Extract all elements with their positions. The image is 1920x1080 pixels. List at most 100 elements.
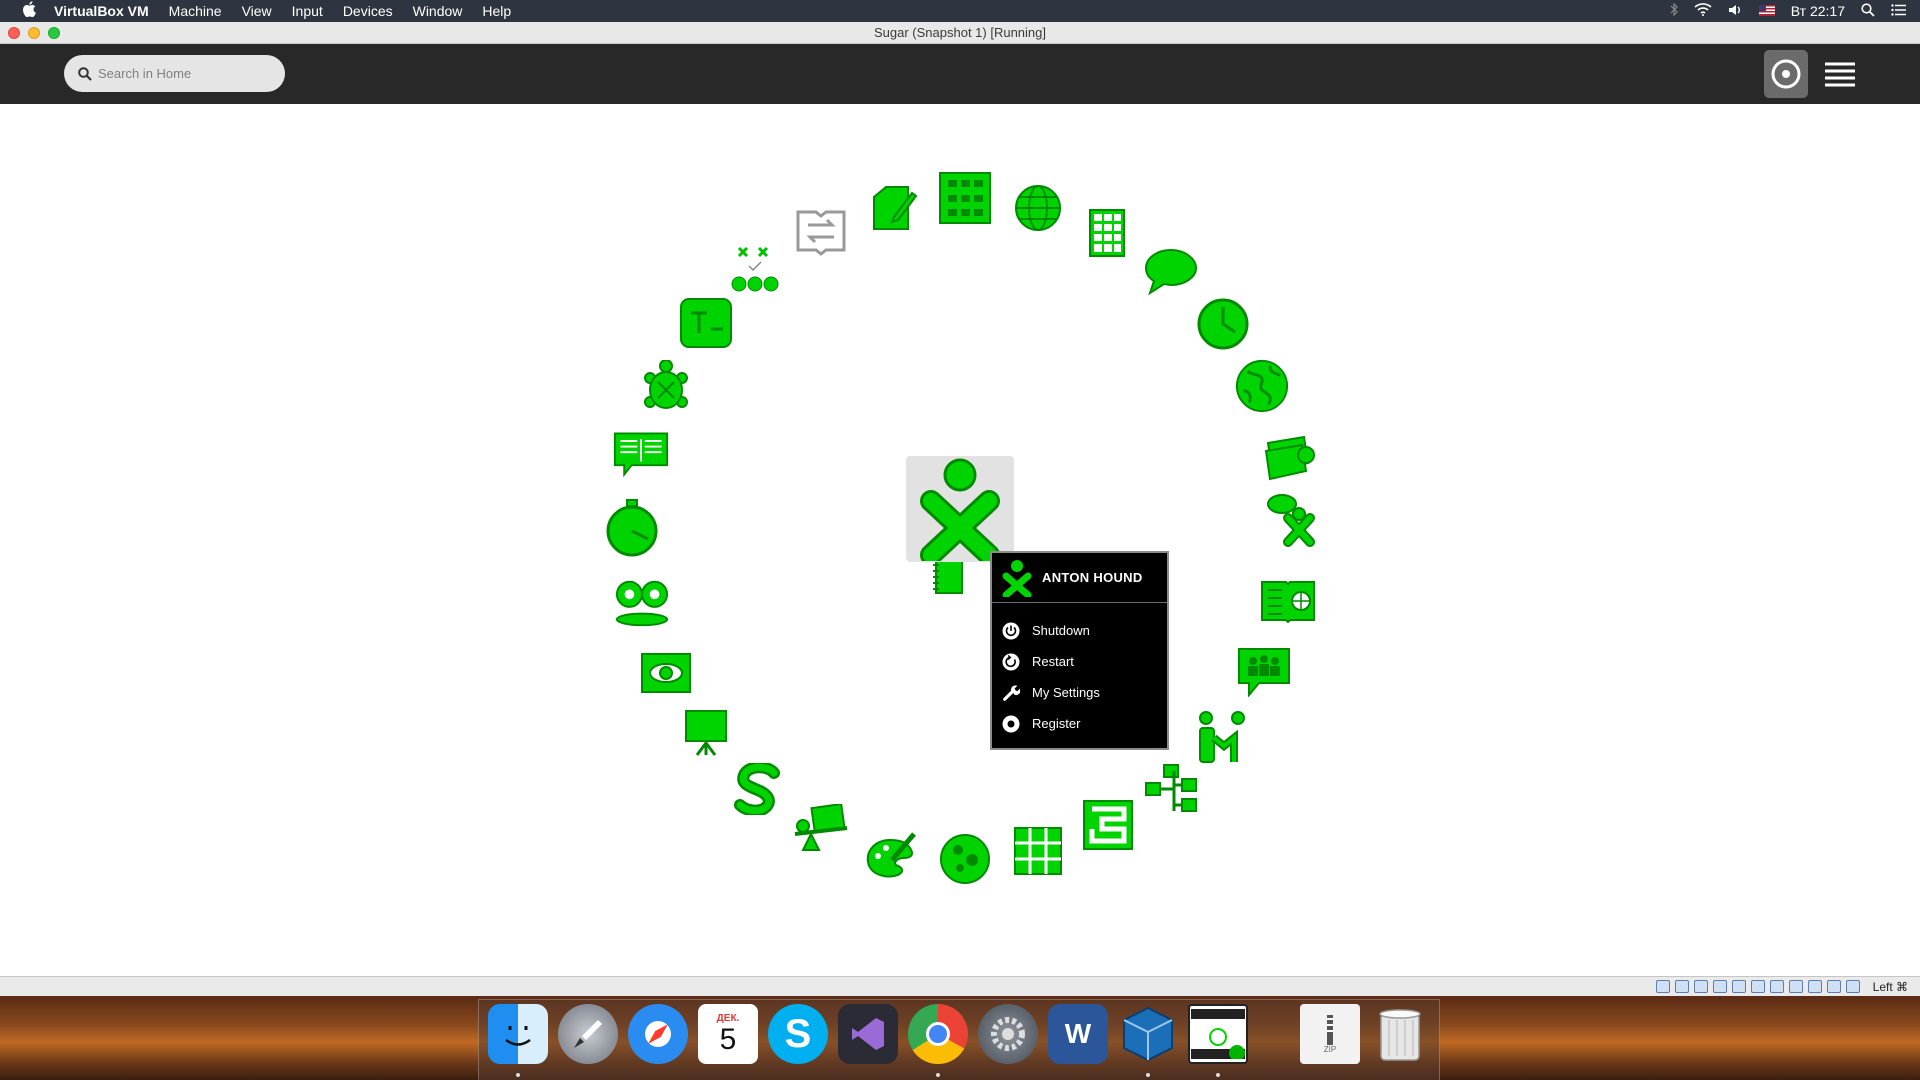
menubar-clock[interactable]: Вт 22:17	[1791, 3, 1845, 19]
menu-item-my-settings[interactable]: My Settings	[992, 677, 1167, 708]
window-minimize-button[interactable]	[28, 27, 40, 39]
apple-menu-icon[interactable]	[18, 1, 40, 21]
activity-stopwatch-icon[interactable]	[604, 499, 660, 557]
bluetooth-icon[interactable]	[1670, 2, 1678, 19]
dock-finder-icon[interactable]	[488, 1004, 548, 1064]
menu-app-name[interactable]: VirtualBox VM	[54, 3, 149, 19]
activity-moon-icon[interactable]	[937, 831, 993, 887]
activity-abacus-icon[interactable]	[937, 170, 993, 226]
wifi-icon[interactable]	[1694, 3, 1712, 19]
menu-window[interactable]: Window	[413, 3, 463, 19]
ring-view-icon	[1771, 59, 1801, 89]
activity-turtleart-icon[interactable]	[638, 359, 694, 415]
calendar-day: 5	[719, 1022, 737, 1056]
activity-clock-icon[interactable]	[1195, 296, 1251, 352]
wrench-icon	[1002, 684, 1020, 702]
activity-labyrinth-icon[interactable]	[1143, 760, 1199, 816]
window-zoom-button[interactable]	[48, 27, 60, 39]
dock-safari-icon[interactable]	[628, 1004, 688, 1064]
menu-item-register[interactable]: Register	[992, 708, 1167, 739]
zip-label: ZIP	[1323, 1044, 1337, 1054]
activity-read-icon[interactable]	[613, 426, 669, 482]
dock-skype-icon[interactable]: S	[768, 1004, 828, 1064]
dock-launchpad-icon[interactable]	[558, 1004, 618, 1064]
search-input[interactable]: Search in Home	[64, 55, 285, 92]
vm-keyboard-icon[interactable]	[1846, 980, 1860, 993]
activity-memorize-icon[interactable]	[793, 203, 849, 259]
vm-cpu-icon[interactable]	[1808, 980, 1822, 993]
activity-calculate-icon[interactable]	[1079, 205, 1135, 261]
buddy-xo-icon	[1002, 559, 1032, 597]
dock-trash-icon[interactable]	[1370, 1004, 1430, 1064]
activity-view-slides-icon[interactable]	[638, 645, 694, 701]
activity-world-icon[interactable]	[1234, 358, 1290, 414]
menu-item-restart[interactable]: Restart	[992, 646, 1167, 677]
dock-virtualbox-icon[interactable]	[1118, 1004, 1178, 1064]
menu-devices[interactable]: Devices	[343, 3, 393, 19]
flag-us-icon[interactable]	[1758, 3, 1775, 19]
menu-item-label: Register	[1032, 716, 1081, 731]
menu-input[interactable]: Input	[292, 3, 323, 19]
window-close-button[interactable]	[8, 27, 20, 39]
dock-running-indicator	[936, 1073, 940, 1077]
palette-user-name: ANTON HOUND	[1042, 570, 1143, 585]
host-key-label[interactable]: Left ⌘	[1873, 980, 1908, 994]
menu-machine[interactable]: Machine	[169, 3, 222, 19]
owner-buddy-icon[interactable]	[906, 456, 1014, 562]
dock-calendar-icon[interactable]: ДЕК. 5	[698, 1004, 758, 1064]
menu-item-label: My Settings	[1032, 685, 1100, 700]
menu-item-shutdown[interactable]: Shutdown	[992, 615, 1167, 646]
vm-video-capture-icon[interactable]	[1789, 980, 1803, 993]
journal-icon[interactable]	[930, 556, 966, 596]
dock-word-icon[interactable]: W	[1048, 1004, 1108, 1064]
search-icon	[78, 66, 92, 81]
activity-speak-s-icon[interactable]	[729, 761, 785, 817]
dock-chrome-icon[interactable]	[908, 1004, 968, 1064]
dock-running-indicator	[1146, 1073, 1150, 1077]
volume-icon[interactable]	[1728, 3, 1743, 19]
vm-harddisk-icon[interactable]	[1656, 980, 1670, 993]
activity-sudoku-icon[interactable]	[1010, 823, 1066, 879]
activity-browse-icon[interactable]	[1010, 180, 1066, 236]
activity-paint-icon[interactable]	[863, 828, 919, 884]
vm-mouse-icon[interactable]	[1827, 980, 1841, 993]
activity-socialcalc-icon[interactable]	[1236, 644, 1292, 700]
activity-terminal-icon[interactable]	[678, 295, 734, 351]
dock-sugar-vm-icon[interactable]	[1188, 1004, 1248, 1064]
palette-header: ANTON HOUND	[992, 553, 1167, 603]
dock-zip-file-icon[interactable]: ZIP	[1300, 1004, 1360, 1064]
vm-network-icon[interactable]	[1713, 980, 1727, 993]
activity-chat-icon[interactable]	[1143, 244, 1199, 300]
restart-icon	[1002, 653, 1020, 671]
vm-shared-folders-icon[interactable]	[1751, 980, 1765, 993]
ring-view-button[interactable]	[1764, 50, 1808, 98]
activity-physics-icon[interactable]	[793, 801, 849, 857]
sugar-toolbar: Search in Home	[0, 44, 1920, 104]
menu-help[interactable]: Help	[482, 3, 511, 19]
register-icon	[1002, 715, 1020, 733]
vm-statusbar: Left ⌘	[0, 976, 1920, 996]
power-icon	[1002, 622, 1020, 640]
vm-optical-icon[interactable]	[1675, 980, 1689, 993]
notification-center-icon[interactable]	[1891, 3, 1906, 19]
spotlight-search-icon[interactable]	[1861, 2, 1875, 20]
activity-record-icon[interactable]	[614, 575, 670, 631]
list-view-icon	[1825, 62, 1855, 87]
activity-tictactoe-icon[interactable]	[729, 242, 785, 298]
vm-display-icon[interactable]	[1770, 980, 1784, 993]
activity-speak-icon[interactable]	[1265, 494, 1321, 550]
activity-maze-icon[interactable]	[1080, 797, 1136, 853]
activity-write-icon[interactable]	[866, 180, 922, 236]
activity-implode-icon[interactable]	[1194, 708, 1250, 764]
list-view-button[interactable]	[1818, 50, 1862, 98]
dock-visual-studio-icon[interactable]	[838, 1004, 898, 1064]
menu-view[interactable]: View	[242, 3, 272, 19]
activity-finance-icon[interactable]	[1261, 428, 1317, 484]
activity-wikipedia-icon[interactable]	[1260, 573, 1316, 629]
vm-usb-icon[interactable]	[1732, 980, 1746, 993]
activity-turtleart-easel-icon[interactable]	[678, 705, 734, 761]
calendar-month: ДЕК.	[716, 1012, 740, 1024]
vm-audio-icon[interactable]	[1694, 980, 1708, 993]
word-letter: W	[1064, 1018, 1092, 1049]
dock-system-preferences-icon[interactable]	[978, 1004, 1038, 1064]
